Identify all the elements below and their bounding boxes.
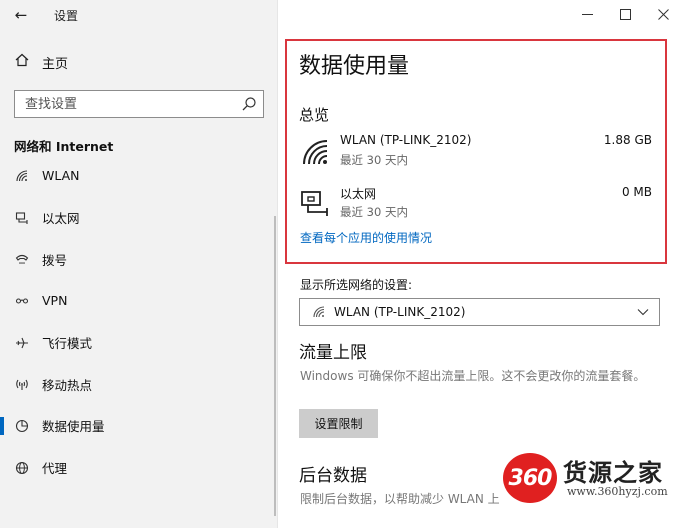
sidebar-item-label: 数据使用量 [42,419,105,435]
usage-row-wlan: WLAN (TP-LINK_2102) 最近 30 天内 1.88 GB [300,133,652,173]
chevron-down-icon [637,309,649,316]
home-label: 主页 [42,56,69,72]
ethernet-icon [301,191,328,216]
usage-amount: 0 MB [621,185,652,199]
sidebar-item-label: 飞行模式 [42,336,93,352]
usage-row-ethernet: 以太网 最近 30 天内 0 MB [300,185,652,225]
usage-period: 最近 30 天内 [340,205,408,219]
set-limit-button[interactable]: 设置限制 [299,409,378,438]
wifi-icon [303,140,328,165]
sidebar-item-dialup[interactable]: 拨号 [0,238,278,280]
sidebar-item-label: 代理 [42,461,68,477]
network-select[interactable]: WLAN (TP-LINK_2102) [299,298,660,326]
per-app-usage-link[interactable]: 查看每个应用的使用情况 [300,229,432,246]
sidebar-item-label: 移动热点 [42,377,93,393]
usage-network-name: WLAN (TP-LINK_2102) [340,133,472,147]
page-title: 数据使用量 [299,54,410,79]
sidebar-item-data-usage[interactable]: 数据使用量 [0,405,278,447]
wifi-icon [14,168,30,184]
watermark-url: www.360hyzj.com [567,485,668,498]
section-title: 网络和 Internet [14,139,114,154]
close-icon[interactable] [644,0,682,28]
vpn-icon [14,293,30,309]
network-select-value: WLAN (TP-LINK_2102) [334,305,466,319]
sidebar-item-label: WLAN [42,168,80,184]
data-usage-icon [14,418,30,434]
back-arrow-icon[interactable]: ← [10,5,32,25]
sidebar-item-ethernet[interactable]: 以太网 [0,197,278,239]
sidebar-item-home[interactable]: 主页 [14,52,68,72]
globe-icon [14,460,30,476]
window-controls [568,0,682,30]
home-icon [14,53,30,71]
data-limit-description: Windows 可确保你不超出流量上限。这不会更改你的流量套餐。 [300,369,646,383]
bottom-fade [287,510,682,528]
sidebar-item-label: 拨号 [42,252,68,268]
minimize-icon[interactable] [568,0,606,28]
search-input[interactable] [25,96,241,112]
usage-network-name: 以太网 [340,187,377,201]
search-icon[interactable] [241,96,257,112]
hotspot-icon [14,376,30,392]
sidebar-nav: WLAN 以太网 拨号 VPN 飞行模式 移动热点 数据使用量 代理 [0,155,278,489]
sidebar-item-airplane[interactable]: 飞行模式 [0,322,278,364]
title-bar: ← 设置 [0,0,278,30]
ethernet-icon [14,210,30,226]
sidebar-item-label: 以太网 [42,211,80,227]
sidebar-item-wlan[interactable]: WLAN [0,155,278,197]
sidebar-item-label: VPN [42,293,68,309]
sidebar-item-hotspot[interactable]: 移动热点 [0,363,278,405]
maximize-icon[interactable] [606,0,644,28]
sidebar-scrollbar[interactable] [274,216,276,516]
search-box[interactable] [14,90,264,118]
wifi-icon [313,306,325,318]
watermark-badge: 360 [503,453,557,503]
data-limit-heading: 流量上限 [299,343,367,363]
airplane-icon [14,335,30,351]
window-title: 设置 [54,9,79,23]
sidebar-item-proxy[interactable]: 代理 [0,447,278,489]
usage-amount: 1.88 GB [603,133,652,147]
sidebar-item-vpn[interactable]: VPN [0,280,278,322]
dialup-icon [14,251,30,267]
sidebar: ← 设置 主页 网络和 Internet WLAN 以太网 [0,0,278,528]
watermark-brand: 货源之家 [563,458,663,487]
usage-period: 最近 30 天内 [340,153,408,167]
overview-heading: 总览 [299,106,330,124]
watermark: 360 货源之家 www.360hyzj.com [497,449,682,509]
network-select-label: 显示所选网络的设置: [300,278,413,292]
background-data-heading: 后台数据 [299,466,367,486]
